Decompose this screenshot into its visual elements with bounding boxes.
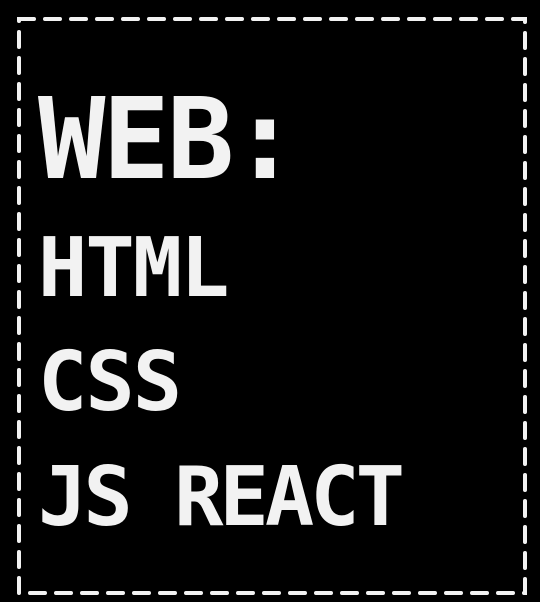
skill-js-react: JS REACT (38, 450, 405, 545)
web-skills-card: WEB: HTML CSS JS REACT (0, 0, 540, 602)
skill-css: CSS (38, 335, 182, 430)
card-heading: WEB: (38, 75, 299, 205)
skill-html: HTML (38, 221, 229, 316)
